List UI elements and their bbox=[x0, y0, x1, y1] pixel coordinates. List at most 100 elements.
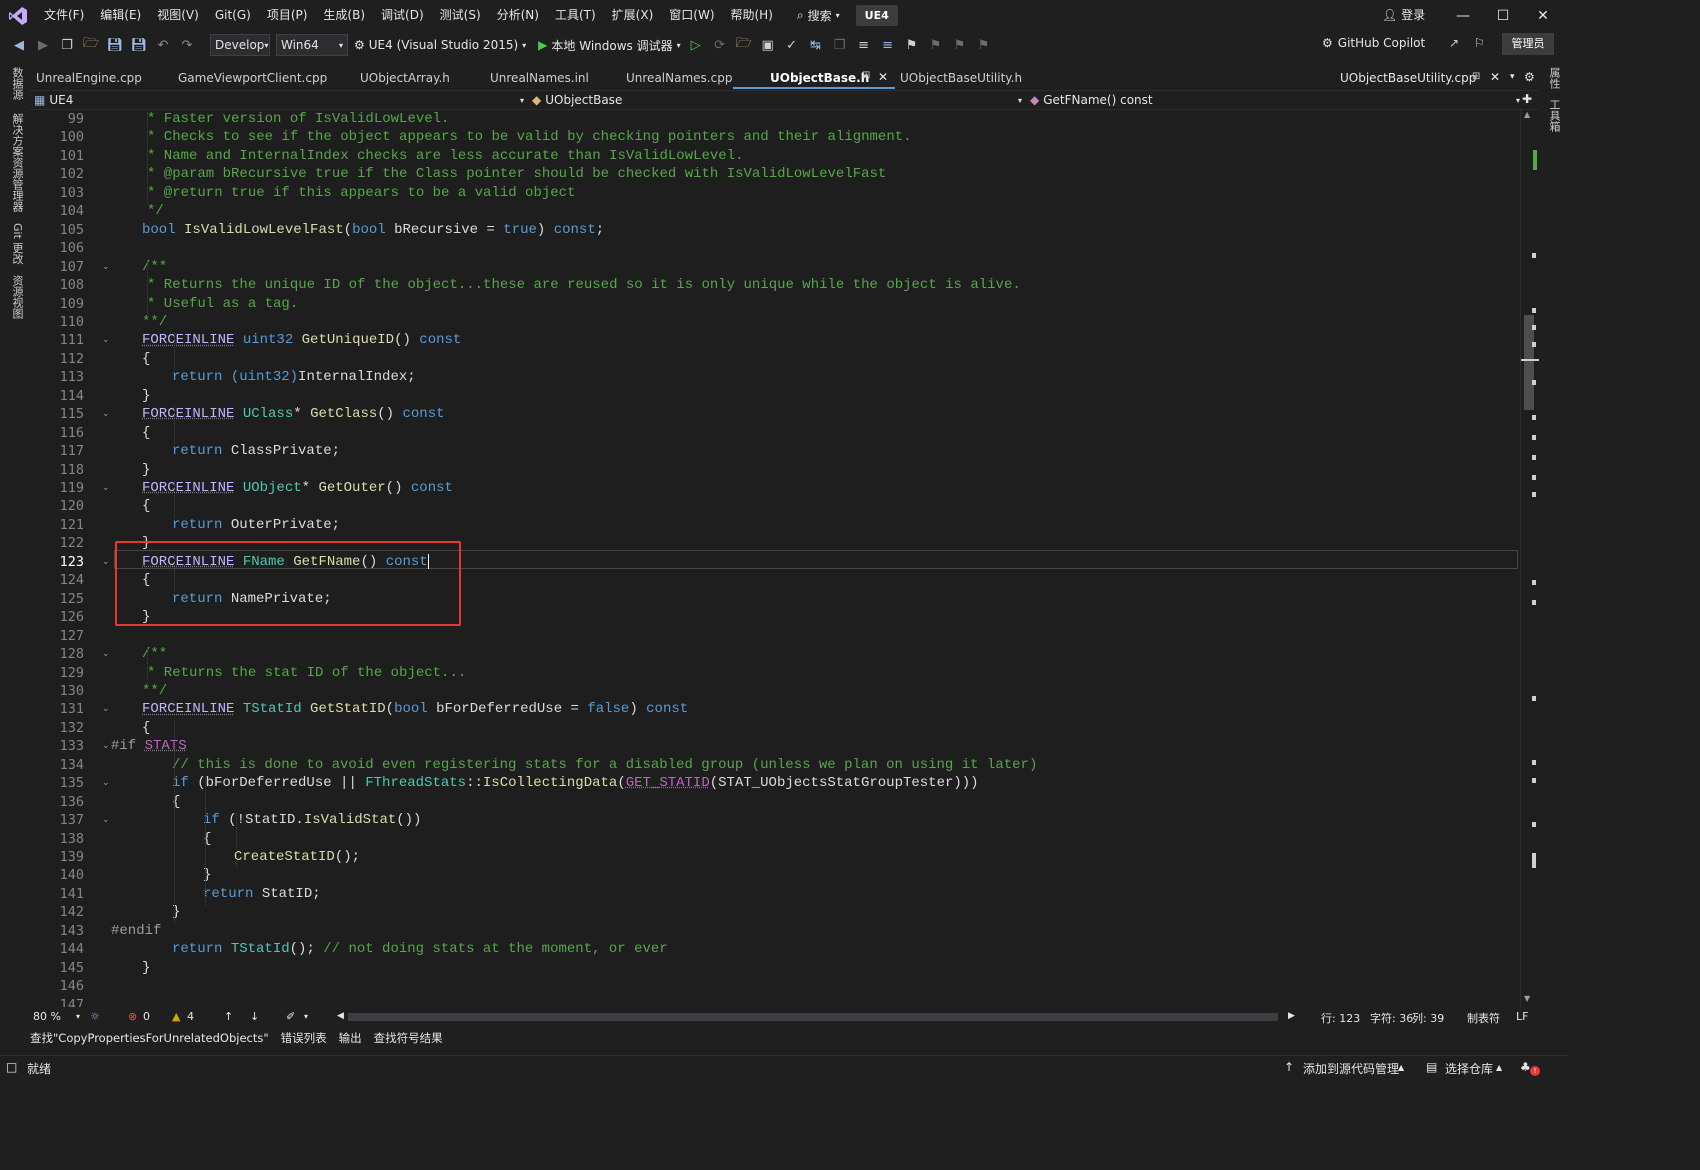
file-icon[interactable]: ❐ bbox=[831, 36, 849, 54]
fold-toggle-icon[interactable]: ⌄ bbox=[102, 811, 112, 830]
start-debugging-button[interactable]: ▶ 本地 Windows 调试器 ▾ bbox=[538, 37, 680, 54]
window-layout-icon[interactable]: ▣ bbox=[759, 36, 777, 54]
brush-icon[interactable]: ✐ bbox=[286, 1010, 295, 1023]
line-ending[interactable]: LF bbox=[1516, 1010, 1528, 1023]
spellcheck-icon[interactable]: ✓ bbox=[783, 36, 801, 54]
arrow-up-icon[interactable]: ↑ bbox=[224, 1010, 233, 1023]
line-indicator[interactable]: 行: 123 bbox=[1321, 1010, 1360, 1026]
tab-uobjectarray-h[interactable]: UObjectArray.h bbox=[354, 67, 456, 89]
fold-toggle-icon[interactable]: ⌄ bbox=[102, 645, 112, 664]
new-project-icon[interactable]: ❐ bbox=[58, 36, 76, 54]
comment-icon[interactable]: ≡ bbox=[855, 36, 873, 54]
undo-icon[interactable]: ↶ bbox=[154, 36, 172, 54]
chevron-up-icon[interactable]: ▲ bbox=[1496, 1063, 1502, 1072]
vtab-properties[interactable]: 属性 bbox=[1546, 67, 1562, 89]
menu-help[interactable]: 帮助(H) bbox=[723, 0, 781, 31]
horizontal-scrollbar[interactable] bbox=[348, 1013, 1278, 1021]
fold-toggle-icon[interactable]: ⌄ bbox=[102, 737, 112, 756]
arrow-down-icon[interactable]: ↓ bbox=[250, 1010, 259, 1023]
tab-uobjectbase-h[interactable]: UObjectBase.h bbox=[764, 67, 876, 89]
menu-file[interactable]: 文件(F) bbox=[36, 0, 92, 31]
close-button[interactable]: ✕ bbox=[1528, 4, 1558, 28]
chevron-down-icon[interactable]: ▾ bbox=[76, 1012, 80, 1021]
fold-toggle-icon[interactable]: ⌄ bbox=[102, 700, 112, 719]
pinned-icon[interactable]: ⊞ bbox=[1472, 71, 1480, 82]
code-editor[interactable]: 99 100 101 102 103 104 105 106 107 108 109 110 111 11… bbox=[30, 110, 1520, 1007]
error-count[interactable]: 0 bbox=[143, 1010, 150, 1023]
vtab-data-sources[interactable]: 数据源 bbox=[9, 67, 25, 100]
fold-toggle-icon[interactable]: ⌄ bbox=[102, 258, 112, 277]
warning-count[interactable]: 4 bbox=[187, 1010, 194, 1023]
select-repository-button[interactable]: 选择仓库 bbox=[1445, 1060, 1493, 1077]
warning-icon[interactable]: ▲ bbox=[172, 1010, 180, 1023]
bookmark-prev-icon[interactable]: ⚑ bbox=[927, 36, 945, 54]
project-dropdown[interactable]: ▦ UE4 ▾ bbox=[34, 91, 524, 110]
tab-find-results[interactable]: 查找"CopyPropertiesForUnrelatedObjects" bbox=[30, 1030, 275, 1046]
menu-test[interactable]: 测试(S) bbox=[432, 0, 489, 31]
bookmark-icon[interactable]: ⚑ bbox=[903, 36, 921, 54]
run-without-debugging-icon[interactable]: ▷ bbox=[687, 36, 705, 54]
menu-project[interactable]: 项目(P) bbox=[259, 0, 316, 31]
tab-unrealnames-cpp[interactable]: UnrealNames.cpp bbox=[620, 67, 738, 89]
vtab-solution-explorer[interactable]: 解决方案资源管理器 bbox=[9, 113, 25, 212]
menu-debug[interactable]: 调试(D) bbox=[373, 0, 432, 31]
platform-select[interactable]: Win64 ▾ bbox=[276, 34, 348, 56]
menu-git[interactable]: Git(G) bbox=[207, 0, 259, 31]
health-icon[interactable]: ☼ bbox=[90, 1010, 100, 1023]
save-all-icon[interactable]: 💾︎ bbox=[130, 36, 148, 54]
zoom-level[interactable]: 80 % bbox=[33, 1010, 61, 1023]
solution-explorer-icon[interactable]: 🗁︎ bbox=[735, 36, 753, 54]
scroll-right-icon[interactable]: ▶ bbox=[1288, 1011, 1295, 1021]
menu-window[interactable]: 窗口(W) bbox=[661, 0, 722, 31]
open-folder-icon[interactable]: 🗁︎ bbox=[82, 36, 100, 54]
tab-list-dropdown-icon[interactable]: ▾ bbox=[1510, 72, 1515, 82]
maximize-button[interactable]: ☐ bbox=[1488, 4, 1518, 28]
tab-gameviewportclient-cpp[interactable]: GameViewportClient.cpp bbox=[172, 67, 333, 89]
split-window-icon[interactable]: ✚ bbox=[1522, 92, 1532, 106]
scroll-left-icon[interactable]: ◀ bbox=[337, 1011, 344, 1021]
bookmark-clear-icon[interactable]: ⚑ bbox=[975, 36, 993, 54]
tab-error-list[interactable]: 错误列表 bbox=[275, 1030, 333, 1046]
fold-toggle-icon[interactable]: ⌄ bbox=[102, 479, 112, 498]
feedback-icon[interactable]: ⚐ bbox=[1474, 36, 1485, 50]
back-icon[interactable]: ◀ bbox=[10, 36, 28, 54]
scroll-down-icon[interactable]: ▼ bbox=[1524, 994, 1530, 1003]
fold-toggle-icon[interactable]: ⌄ bbox=[102, 405, 112, 424]
tab-unrealnames-inl[interactable]: UnrealNames.inl bbox=[484, 67, 595, 89]
scope-dropdown[interactable]: ◆ UObjectBase ▾ bbox=[532, 91, 1022, 110]
vertical-scrollbar[interactable]: ▲ ▼ bbox=[1520, 110, 1539, 1007]
menu-edit[interactable]: 编辑(E) bbox=[92, 0, 149, 31]
vtab-git-changes[interactable]: Git 更改 bbox=[9, 223, 25, 264]
configuration-select[interactable]: Develop ▾ bbox=[210, 34, 270, 56]
column-indicator[interactable]: 列: 39 bbox=[1412, 1010, 1444, 1026]
close-pinned-tab-icon[interactable]: ✕ bbox=[1490, 70, 1500, 84]
fold-toggle-icon[interactable]: ⌄ bbox=[102, 553, 112, 572]
save-icon[interactable]: 💾︎ bbox=[106, 36, 124, 54]
menu-view[interactable]: 视图(V) bbox=[149, 0, 207, 31]
fold-toggle-icon[interactable]: ⌄ bbox=[102, 774, 112, 793]
github-copilot-button[interactable]: ⚙ GitHub Copilot bbox=[1322, 36, 1425, 50]
find-icon[interactable]: ↹ bbox=[807, 36, 825, 54]
redo-icon[interactable]: ↷ bbox=[178, 36, 196, 54]
scroll-up-icon[interactable]: ▲ bbox=[1524, 110, 1530, 119]
tab-uobjectbaseutility-cpp[interactable]: UObjectBaseUtility.cpp bbox=[1340, 67, 1476, 89]
settings-gear-icon[interactable]: ⚙ bbox=[1524, 70, 1535, 84]
tab-uobjectbaseutility-h[interactable]: UObjectBaseUtility.h bbox=[894, 67, 1028, 89]
login-button[interactable]: 👤︎ 登录 bbox=[1382, 6, 1425, 23]
menu-build[interactable]: 生成(B) bbox=[315, 0, 373, 31]
menu-tools[interactable]: 工具(T) bbox=[547, 0, 604, 31]
bookmark-next-icon[interactable]: ⚑ bbox=[951, 36, 969, 54]
vtab-resource-view[interactable]: 资源视图 bbox=[9, 275, 25, 319]
pin-icon[interactable]: ⊞ bbox=[862, 70, 870, 81]
chevron-up-icon[interactable]: ▲ bbox=[1398, 1063, 1404, 1072]
forward-icon[interactable]: ▶ bbox=[34, 36, 52, 54]
minimize-button[interactable]: — bbox=[1448, 4, 1478, 28]
search-box[interactable]: ⌕ 搜索 ▾ bbox=[789, 0, 848, 31]
menu-analyze[interactable]: 分析(N) bbox=[489, 0, 547, 31]
member-dropdown[interactable]: ◆ GetFName() const ▾ bbox=[1030, 91, 1520, 110]
menu-extensions[interactable]: 扩展(X) bbox=[604, 0, 662, 31]
tab-find-symbol-results[interactable]: 查找符号结果 bbox=[368, 1030, 449, 1046]
vtab-toolbox[interactable]: 工具箱 bbox=[1546, 99, 1562, 132]
chevron-down-icon[interactable]: ▾ bbox=[304, 1012, 308, 1021]
indent-mode[interactable]: 制表符 bbox=[1467, 1010, 1500, 1026]
